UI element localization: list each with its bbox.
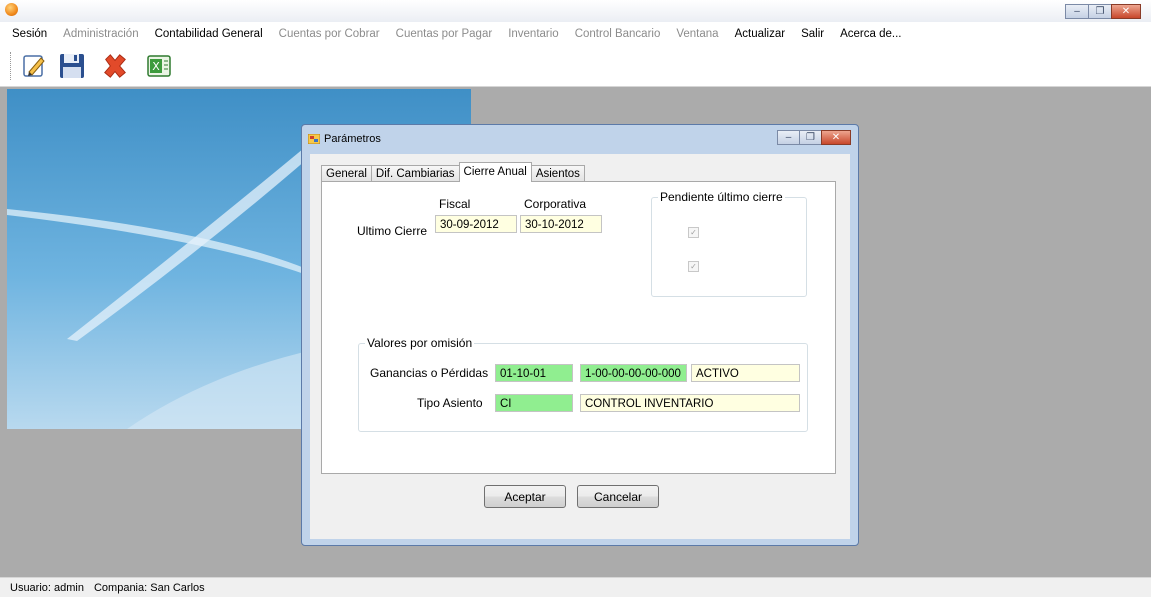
status-company: Compania: San Carlos: [93, 581, 205, 594]
ultimo-cierre-corporativa-field[interactable]: 30-10-2012: [520, 215, 602, 233]
form-icon: [308, 134, 320, 144]
save-button[interactable]: [58, 52, 86, 80]
menu-cuentas-por-pagar[interactable]: Cuentas por Pagar: [388, 28, 501, 40]
tab-dif-cambiarias[interactable]: Dif. Cambiarias: [370, 165, 460, 182]
edit-icon: [23, 55, 45, 77]
ganancias-description-field[interactable]: ACTIVO: [691, 364, 800, 382]
edit-button[interactable]: [20, 52, 48, 80]
ganancias-code-field[interactable]: 01-10-01: [495, 364, 573, 382]
ganancias-account-field[interactable]: 1-00-00-00-00-000: [580, 364, 687, 382]
toolbar-grip: [10, 52, 12, 80]
pendiente-fiscal-checkbox[interactable]: ✓: [688, 227, 699, 238]
export-excel-button[interactable]: X: [145, 52, 173, 80]
restore-button[interactable]: ❐: [1088, 4, 1112, 19]
svg-text:X: X: [152, 60, 160, 73]
ultimo-cierre-label: Ultimo Cierre: [357, 224, 428, 238]
dialog-maximize-button[interactable]: ❐: [799, 130, 822, 145]
dialog-close-button[interactable]: ✕: [821, 130, 851, 145]
menu-bar: Sesión Administración Contabilidad Gener…: [0, 22, 1151, 46]
menu-ventana[interactable]: Ventana: [668, 28, 726, 40]
menu-actualizar[interactable]: Actualizar: [727, 28, 794, 40]
cancelar-button[interactable]: Cancelar: [577, 485, 659, 508]
pendiente-corporativa-checkbox[interactable]: ✓: [688, 261, 699, 272]
menu-contabilidad-general[interactable]: Contabilidad General: [147, 28, 271, 40]
parametros-dialog: Parámetros – ❐ ✕ General Dif. Cambiarias…: [301, 124, 859, 546]
dialog-client-area: General Dif. Cambiarias Cierre Anual Asi…: [310, 154, 850, 539]
dialog-minimize-button[interactable]: –: [777, 130, 800, 145]
window-title-bar: – ❐ ✕: [0, 0, 1151, 22]
delete-button[interactable]: [101, 52, 129, 80]
dialog-window-controls: – ❐ ✕: [777, 130, 851, 145]
menu-salir[interactable]: Salir: [793, 28, 832, 40]
pendiente-ultimo-cierre-title: Pendiente último cierre: [658, 190, 785, 204]
app-icon: [5, 3, 18, 16]
dialog-title: Parámetros: [324, 133, 381, 145]
delete-icon: [104, 54, 126, 78]
window-controls: – ❐ ✕: [1065, 4, 1141, 19]
excel-icon: X: [147, 55, 171, 77]
tipo-asiento-label: Tipo Asiento: [417, 396, 483, 410]
fiscal-header: Fiscal: [439, 197, 471, 211]
ultimo-cierre-fiscal-field[interactable]: 30-09-2012: [435, 215, 517, 233]
tab-general[interactable]: General: [321, 165, 372, 182]
aceptar-button[interactable]: Aceptar: [484, 485, 566, 508]
valores-por-omision-group: Valores por omisión Ganancias o Pérdidas…: [358, 336, 808, 432]
save-icon: [60, 54, 84, 78]
tab-strip: General Dif. Cambiarias Cierre Anual Asi…: [321, 162, 585, 182]
menu-sesion[interactable]: Sesión: [4, 28, 55, 40]
menu-inventario[interactable]: Inventario: [500, 28, 567, 40]
tab-page-cierre-anual: Fiscal Corporativa Ultimo Cierre 30-09-2…: [321, 181, 836, 474]
status-bar: Usuario: admin Compania: San Carlos: [0, 577, 1151, 597]
status-user: Usuario: admin: [10, 581, 84, 594]
menu-administracion[interactable]: Administración: [55, 28, 146, 40]
menu-acerca-de[interactable]: Acerca de...: [832, 28, 909, 40]
tipo-asiento-code-field[interactable]: CI: [495, 394, 573, 412]
tipo-asiento-description-field[interactable]: CONTROL INVENTARIO: [580, 394, 800, 412]
dialog-title-bar: Parámetros – ❐ ✕: [302, 125, 858, 153]
minimize-button[interactable]: –: [1065, 4, 1089, 19]
corporativa-header: Corporativa: [524, 197, 587, 211]
menu-cuentas-por-cobrar[interactable]: Cuentas por Cobrar: [271, 28, 388, 40]
toolbar: X: [0, 46, 1151, 87]
tab-cierre-anual[interactable]: Cierre Anual: [458, 162, 532, 182]
ganancias-perdidas-label: Ganancias o Pérdidas: [370, 366, 489, 380]
menu-control-bancario[interactable]: Control Bancario: [567, 28, 669, 40]
pendiente-ultimo-cierre-group: Pendiente último cierre ✓ ✓: [651, 190, 807, 297]
valores-por-omision-title: Valores por omisión: [365, 336, 475, 350]
tab-asientos[interactable]: Asientos: [530, 165, 585, 182]
close-button[interactable]: ✕: [1111, 4, 1141, 19]
